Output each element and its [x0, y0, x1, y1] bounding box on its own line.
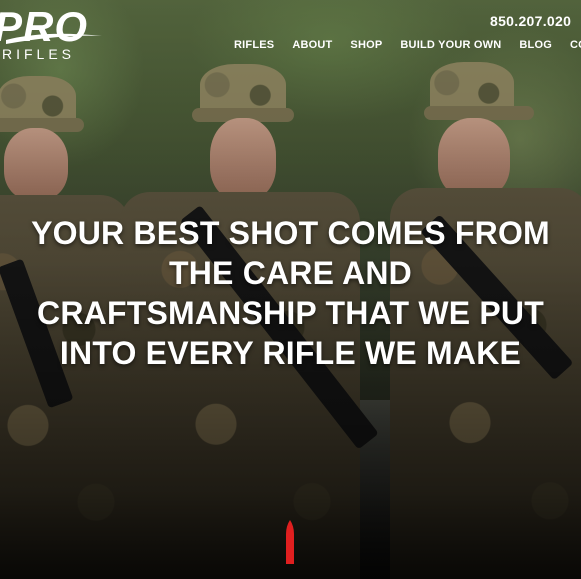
bullet-icon[interactable]	[285, 520, 295, 564]
headline-line-4: INTO EVERY RIFLE WE MAKE	[59, 335, 522, 371]
nav-item-blog[interactable]: BLOG	[519, 39, 552, 51]
nav-item-shop[interactable]: SHOP	[350, 39, 382, 51]
pro-rifles-logo[interactable]: PRO RIFLES	[0, 6, 110, 64]
logo-subtitle: RIFLES	[2, 46, 76, 62]
headline-line-2: THE CARE AND	[169, 255, 412, 291]
headline-line-3: CRAFTSMANSHIP THAT WE PUT	[37, 295, 544, 331]
nav-item-contact[interactable]: CONT	[570, 39, 581, 51]
nav-item-rifles[interactable]: RIFLES	[234, 39, 274, 51]
phone-number-link[interactable]: 850.207.020	[490, 13, 571, 29]
headline-line-1: YOUR BEST SHOT COMES FROM	[31, 215, 550, 251]
nav-item-about[interactable]: ABOUT	[292, 39, 332, 51]
logo-swoosh-icon	[6, 33, 102, 44]
nav-item-build-your-own[interactable]: BUILD YOUR OWN	[400, 39, 501, 51]
main-navigation: RIFLES ABOUT SHOP BUILD YOUR OWN BLOG CO…	[234, 39, 581, 51]
hero-headline: YOUR BEST SHOT COMES FROM THE CARE AND C…	[0, 213, 581, 373]
